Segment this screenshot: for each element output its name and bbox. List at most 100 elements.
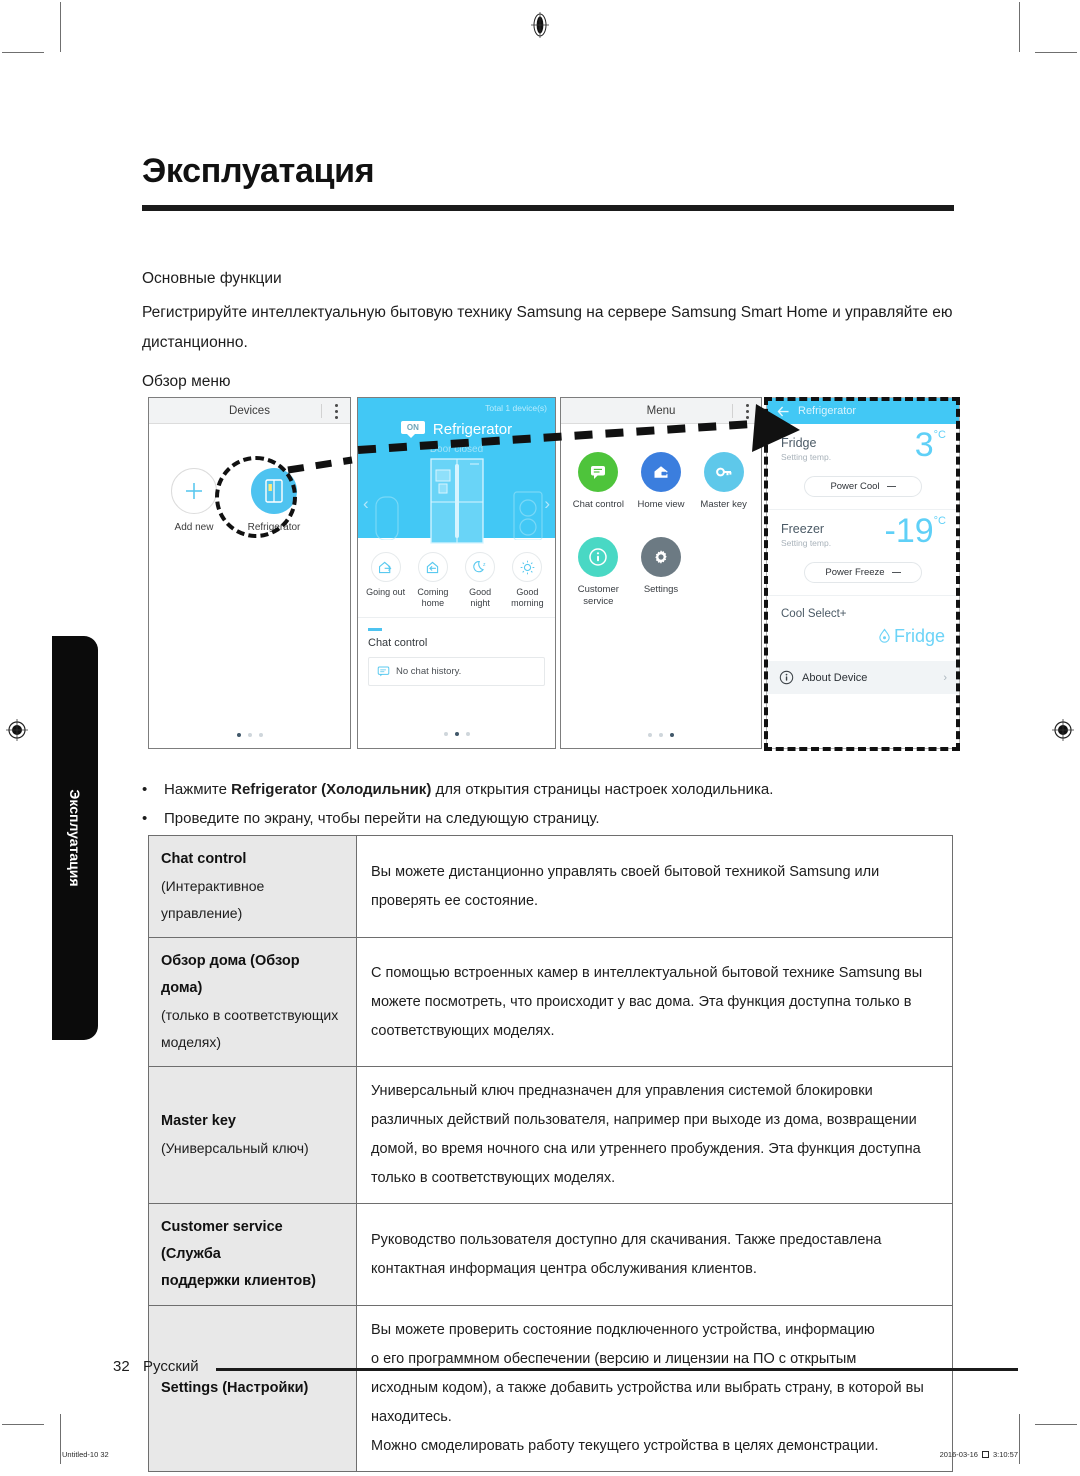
- crop-mark-right-h: [1035, 52, 1077, 53]
- table-value-line: Универсальный ключ предназначен для упра…: [371, 1083, 873, 1099]
- print-meta-left: Untitled-10 32: [62, 1450, 109, 1459]
- table-value-line: соответствующих моделях.: [371, 1022, 555, 1039]
- total-devices-label: Total 1 device(s): [485, 403, 547, 413]
- quick-action-label: Good: [469, 587, 492, 597]
- quick-action-going-out[interactable]: Going out: [364, 552, 408, 609]
- crop-mark-left-h2: [2, 1424, 44, 1425]
- table-value-line: контактная информация центра обслуживани…: [371, 1260, 757, 1277]
- crop-mark-right-h2: [1035, 1424, 1077, 1425]
- overflow-menu-icon[interactable]: [746, 404, 749, 419]
- bullet-list: • Нажмите Refrigerator (Холодильник) для…: [142, 775, 957, 833]
- menu-item-label: Chat control: [572, 499, 624, 510]
- add-new-label: Add new: [174, 522, 214, 533]
- titlebar-divider: [321, 404, 322, 418]
- menu-grid: Chat control Home view Master key Custom…: [561, 424, 761, 634]
- intro-heading: Основные функции: [142, 270, 282, 287]
- chapter-thumb-tab-label: Эксплуатация: [67, 789, 83, 887]
- table-row: Chat control (Интерактивное управление) …: [148, 835, 953, 938]
- bullet-marker: •: [142, 781, 148, 798]
- power-badge[interactable]: ON: [400, 421, 425, 438]
- quick-action-good-morning[interactable]: Good morning: [505, 552, 549, 609]
- chat-bubble-icon: [377, 666, 390, 677]
- table-row: Master key (Универсальный ключ) Универса…: [148, 1066, 953, 1204]
- table-value-line: Можно смоделировать работу текущего устр…: [371, 1438, 879, 1454]
- menu-item-home-view[interactable]: Home view: [630, 452, 693, 511]
- intro-paragraph: Регистрируйте интеллектуальную бытовую т…: [142, 304, 953, 351]
- info-icon: [578, 537, 619, 577]
- table-key-cell: Обзор дома (Обзор дома) (только в соотве…: [148, 937, 357, 1067]
- quick-action-coming-home[interactable]: Coming home: [411, 552, 455, 609]
- table-value-line: только в соответствующих моделях.: [371, 1170, 616, 1186]
- carousel-prev-icon[interactable]: ‹: [363, 494, 369, 514]
- table-key-cell: Settings (Настройки): [148, 1305, 357, 1472]
- quick-action-good-night[interactable]: z Good night: [458, 552, 502, 609]
- registration-mark-top-icon: [527, 12, 553, 38]
- registration-mark-right-icon: [1050, 717, 1076, 743]
- table-value-line: С помощью встроенных камер в интеллектуа…: [371, 964, 923, 981]
- carousel-next-icon[interactable]: ›: [544, 494, 550, 514]
- table-row: Customer service (Служба поддержки клиен…: [148, 1203, 953, 1306]
- quick-action-label2: night: [470, 598, 490, 608]
- menu-item-customer-service[interactable]: Customer service: [567, 537, 630, 608]
- print-meta-time: 3:10:57: [992, 1450, 1018, 1459]
- table-key-sub: поддержки клиентов): [161, 1273, 316, 1289]
- table-value-line: Вы можете проверить состояние подключенн…: [371, 1322, 875, 1338]
- table-value-line: различных действий пользователя, наприме…: [371, 1112, 917, 1128]
- table-key-sub: (Интерактивное: [161, 878, 265, 894]
- table-row: Обзор дома (Обзор дома) (только в соотве…: [148, 937, 953, 1067]
- device-art-right: [511, 490, 545, 545]
- house-exit-icon: [370, 552, 401, 582]
- table-key-cell: Chat control (Интерактивное управление): [148, 835, 357, 938]
- menu-item-master-key[interactable]: Master key: [692, 452, 755, 511]
- table-value-line: проверять ее состояние.: [371, 892, 539, 909]
- manual-page: Эксплуатация Основные функции Регистриру…: [0, 0, 1080, 1476]
- chat-control-section: Chat control No chat history.: [358, 618, 555, 686]
- table-key-sub: моделях): [161, 1034, 222, 1050]
- table-key-main: Обзор дома (Обзор дома): [161, 953, 300, 996]
- home-camera-icon: [640, 452, 681, 492]
- menu-titlebar: Menu: [561, 398, 761, 424]
- hero-device-status: Door closed: [429, 444, 484, 455]
- devices-title: Devices: [229, 404, 270, 417]
- screen-menu: Menu Chat control Home view Master key C…: [560, 397, 762, 749]
- chat-section-title: Chat control: [368, 637, 428, 649]
- devices-page-dots: [149, 733, 350, 737]
- titlebar-divider: [732, 404, 733, 418]
- menu-body: Chat control Home view Master key Custom…: [561, 424, 761, 748]
- crop-mark-top-left: [60, 2, 61, 52]
- table-value-line: Вы можете дистанционно управлять своей б…: [371, 863, 880, 880]
- bullet-item: • Нажмите Refrigerator (Холодильник) для…: [142, 775, 957, 804]
- quick-action-label: Good: [516, 587, 539, 597]
- overflow-menu-icon[interactable]: [335, 404, 338, 419]
- print-meta-date: 2016-03-16: [939, 1450, 978, 1459]
- bullet-marker: •: [142, 810, 148, 827]
- table-key-cell: Master key (Универсальный ключ): [148, 1066, 357, 1204]
- quick-actions: Going out Coming home z Good night Good …: [358, 538, 555, 618]
- svg-text:z: z: [483, 561, 486, 567]
- crop-mark-bottom-right: [1019, 1414, 1020, 1464]
- quick-action-label2: morning: [511, 598, 544, 608]
- devices-titlebar: Devices: [149, 398, 350, 424]
- chat-empty-state[interactable]: No chat history.: [368, 657, 545, 686]
- menu-item-chat-control[interactable]: Chat control: [567, 452, 630, 511]
- table-key-sub: (Универсальный ключ): [161, 1140, 309, 1156]
- bullet-text: Нажмите Refrigerator (Холодильник) для о…: [164, 781, 774, 798]
- page-title: Эксплуатация: [142, 152, 375, 190]
- screen-home: Total 1 device(s) ON Refrigerator Door cl…: [357, 397, 556, 749]
- table-row: Settings (Настройки) Вы можете проверить…: [148, 1305, 953, 1472]
- quick-action-label2: home: [421, 598, 445, 608]
- print-meta-right: 2016-03-16 3:10:57: [940, 1450, 1018, 1459]
- clock-icon: [981, 1451, 989, 1458]
- table-value-cell: Вы можете дистанционно управлять своей б…: [356, 835, 953, 938]
- home-page-dots: [358, 732, 555, 736]
- table-value-line: домой, во время ночного сна или утреннег…: [371, 1141, 921, 1157]
- footer-rule: [216, 1368, 1018, 1371]
- menu-title: Menu: [646, 404, 676, 417]
- section-accent: [368, 628, 382, 631]
- menu-item-settings[interactable]: Settings: [630, 537, 693, 608]
- bullet-item: • Проведите по экрану, чтобы перейти на …: [142, 804, 957, 833]
- chapter-thumb-tab: Эксплуатация: [52, 636, 98, 1040]
- table-key-cell: Customer service (Служба поддержки клиен…: [148, 1203, 357, 1306]
- intro-block: Основные функции Регистрируйте интеллект…: [142, 264, 954, 406]
- table-value-line: находитесь.: [371, 1409, 452, 1425]
